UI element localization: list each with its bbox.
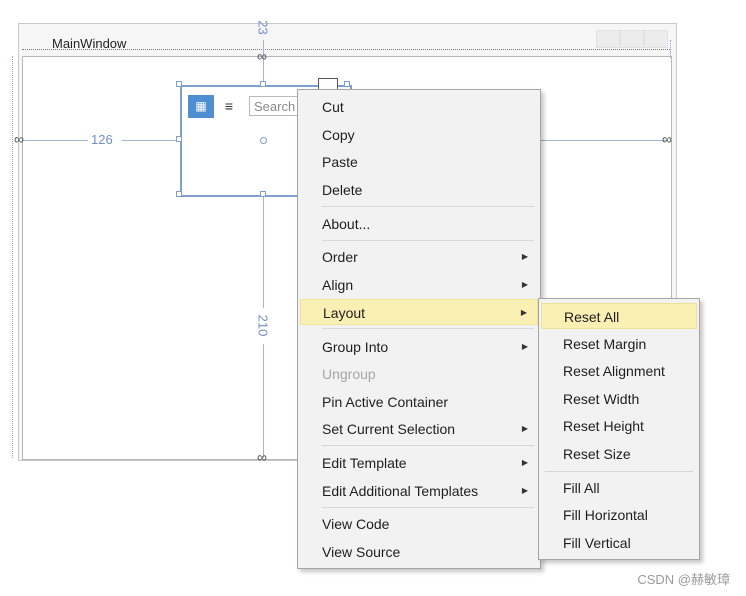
list-view-icon[interactable]: ▦ [188, 95, 214, 118]
submenu-item-reset-height[interactable]: Reset Height [541, 413, 697, 439]
bottom-pin-icon[interactable]: ∞ [257, 449, 267, 465]
left-margin-label: 126 [91, 132, 113, 147]
menu-item-edit-additional-templates[interactable]: Edit Additional Templates ▶ [300, 478, 538, 504]
top-pin-icon[interactable]: ∞ [257, 48, 267, 64]
submenu-arrow-icon: ▶ [521, 342, 528, 351]
watermark: CSDN @赫敏璋 [637, 572, 730, 587]
submenu-item-reset-width[interactable]: Reset Width [541, 386, 697, 412]
lines-icon[interactable]: ≡ [218, 95, 240, 118]
right-margin-line [540, 140, 668, 141]
submenu-item-reset-margin[interactable]: Reset Margin [541, 331, 697, 357]
resize-handle[interactable] [260, 191, 266, 197]
submenu-item-fill-vertical[interactable]: Fill Vertical [541, 530, 697, 556]
right-pin-icon[interactable]: ∞ [662, 131, 672, 147]
menu-item-layout[interactable]: Layout ▶ [300, 299, 538, 325]
context-menu: Cut Copy Paste Delete About... Order ▶ Al… [297, 89, 541, 569]
menu-item-cut[interactable]: Cut [300, 94, 538, 120]
submenu-arrow-icon: ▶ [521, 252, 528, 261]
submenu-item-fill-all[interactable]: Fill All [541, 475, 697, 501]
resize-handle[interactable] [176, 191, 182, 197]
left-guide-line [12, 56, 13, 458]
resize-handle[interactable] [260, 81, 266, 87]
submenu-arrow-icon: ▶ [521, 486, 528, 495]
bottom-margin-label: 210 [255, 314, 271, 337]
menu-separator [322, 328, 534, 329]
menu-item-view-source[interactable]: View Source [300, 539, 538, 565]
menu-item-delete[interactable]: Delete [300, 177, 538, 203]
menu-separator [545, 471, 693, 472]
submenu-arrow-icon: ▶ [521, 424, 528, 433]
menu-item-align[interactable]: Align ▶ [300, 272, 538, 298]
submenu-item-reset-size[interactable]: Reset Size [541, 441, 697, 467]
maximize-button[interactable] [620, 30, 644, 48]
submenu-item-fill-horizontal[interactable]: Fill Horizontal [541, 502, 697, 528]
menu-item-set-current-selection[interactable]: Set Current Selection ▶ [300, 416, 538, 442]
resize-handle[interactable] [176, 136, 182, 142]
menu-separator [322, 445, 534, 446]
resize-handle[interactable] [344, 81, 350, 87]
menu-item-pin-active-container[interactable]: Pin Active Container [300, 389, 538, 415]
menu-separator [322, 206, 534, 207]
menu-item-group-into[interactable]: Group Into ▶ [300, 334, 538, 360]
menu-item-order[interactable]: Order ▶ [300, 244, 538, 270]
window-title: MainWindow [52, 36, 127, 51]
center-point [260, 137, 267, 144]
menu-item-paste[interactable]: Paste [300, 149, 538, 175]
top-margin-label: 23 [255, 20, 271, 35]
menu-item-copy[interactable]: Copy [300, 122, 538, 148]
menu-separator [322, 507, 534, 508]
submenu-item-reset-all[interactable]: Reset All [541, 303, 697, 329]
layout-submenu: Reset All Reset Margin Reset Alignment R… [538, 298, 700, 560]
submenu-arrow-icon: ▶ [521, 458, 528, 467]
menu-item-edit-template[interactable]: Edit Template ▶ [300, 450, 538, 476]
menu-item-about[interactable]: About... [300, 211, 538, 237]
submenu-arrow-icon: ▶ [521, 280, 528, 289]
menu-separator [322, 240, 534, 241]
submenu-item-reset-alignment[interactable]: Reset Alignment [541, 358, 697, 384]
close-button[interactable] [644, 30, 668, 48]
minimize-button[interactable] [596, 30, 620, 48]
submenu-arrow-icon: ▶ [520, 308, 527, 317]
resize-handle[interactable] [176, 81, 182, 87]
right-guide-line [670, 40, 671, 58]
menu-item-view-code[interactable]: View Code [300, 511, 538, 537]
menu-item-ungroup[interactable]: Ungroup [300, 361, 538, 387]
left-pin-icon[interactable]: ∞ [14, 131, 24, 147]
